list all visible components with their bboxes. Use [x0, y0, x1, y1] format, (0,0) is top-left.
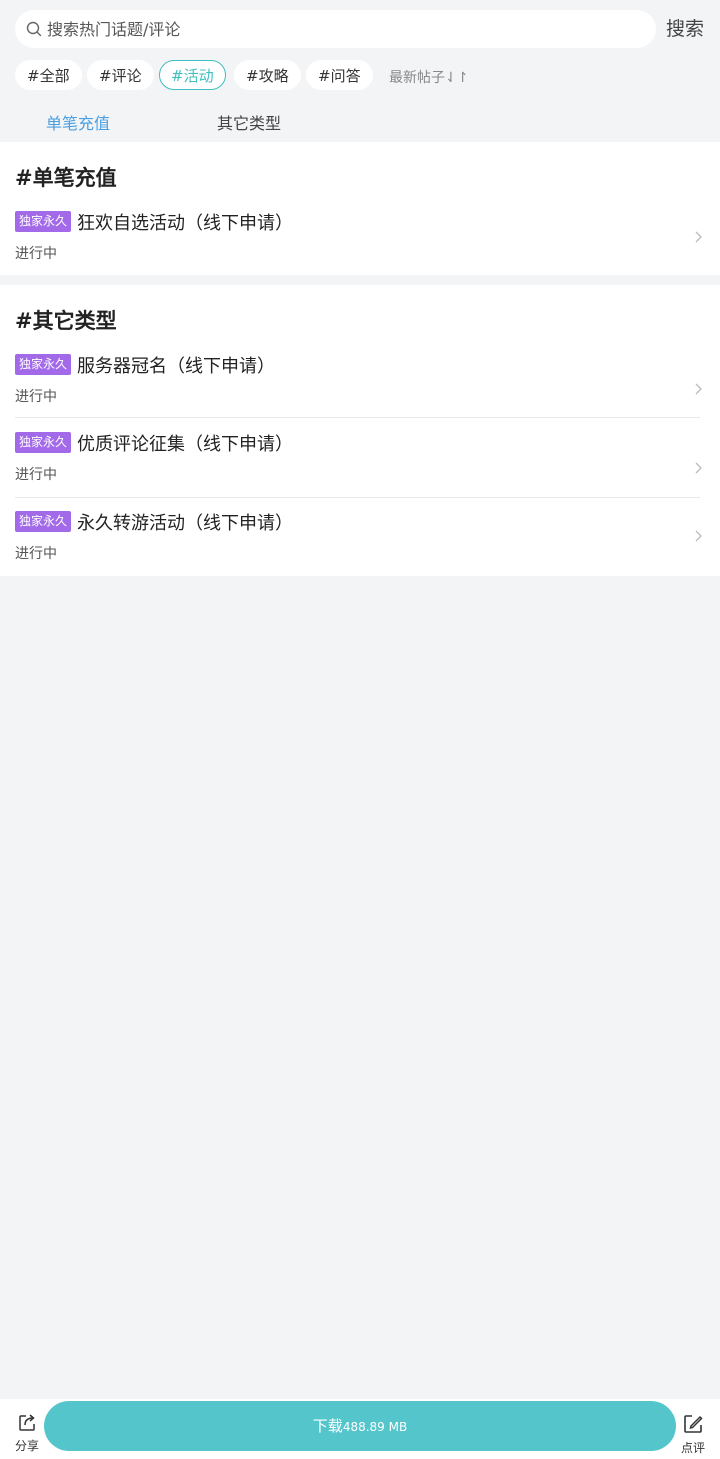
activity-item[interactable]: 独家永久 服务器冠名（线下申请） 进行中	[0, 343, 720, 421]
activity-item[interactable]: 独家永久 永久转游活动（线下申请） 进行中	[0, 501, 720, 579]
edit-icon	[684, 1415, 703, 1433]
share-label: 分享	[14, 1439, 39, 1453]
chevron-right-icon	[695, 462, 702, 474]
activity-status: 进行中	[15, 546, 57, 562]
activity-status: 进行中	[15, 246, 57, 262]
chevron-right-icon	[695, 383, 702, 395]
tag-all[interactable]: #全部	[15, 60, 82, 90]
tag-qa[interactable]: #问答	[306, 60, 373, 90]
activity-title: 服务器冠名（线下申请）	[77, 356, 275, 377]
review-button[interactable]: 点评	[678, 1413, 708, 1456]
bottom-action-bar: 分享 下载488.89 MB 点评	[0, 1399, 720, 1459]
section-single-recharge: #单笔充值 独家永久 狂欢自选活动（线下申请） 进行中	[0, 142, 720, 275]
search-input[interactable]	[47, 10, 637, 48]
activity-title: 永久转游活动（线下申请）	[77, 513, 293, 534]
search-bar: 搜索	[0, 0, 720, 60]
share-button[interactable]: 分享	[12, 1413, 42, 1454]
activity-status: 进行中	[15, 467, 57, 483]
exclusive-badge: 独家永久	[15, 432, 71, 453]
section-title: #其它类型	[15, 309, 117, 333]
activity-title: 优质评论征集（线下申请）	[77, 434, 293, 455]
section-other-types: #其它类型 独家永久 服务器冠名（线下申请） 进行中 独家永久 优质评论征集（线…	[0, 285, 720, 576]
activity-item[interactable]: 独家永久 优质评论征集（线下申请） 进行中	[0, 422, 720, 500]
activity-status: 进行中	[15, 389, 57, 405]
download-button[interactable]: 下载488.89 MB	[44, 1401, 676, 1451]
topic-tag-row: #全部 #评论 #活动 #攻略 #问答 最新帖子⇃↾	[0, 58, 720, 92]
activity-item[interactable]: 独家永久 狂欢自选活动（线下申请） 进行中	[0, 200, 720, 278]
section-title: #单笔充值	[15, 166, 117, 190]
tab-single-recharge[interactable]: 单笔充值	[46, 110, 110, 134]
divider	[15, 497, 700, 498]
tag-activities[interactable]: #活动	[159, 60, 226, 90]
exclusive-badge: 独家永久	[15, 511, 71, 532]
tag-guides[interactable]: #攻略	[234, 60, 301, 90]
download-size: 488.89 MB	[342, 1420, 408, 1434]
search-button[interactable]: 搜索	[666, 16, 704, 42]
search-icon	[26, 21, 42, 37]
review-label: 点评	[680, 1441, 705, 1455]
category-tabs: 单笔充值 其它类型	[0, 104, 720, 140]
sort-latest-posts[interactable]: 最新帖子⇃↾	[389, 67, 468, 87]
exclusive-badge: 独家永久	[15, 211, 71, 232]
tab-other-types[interactable]: 其它类型	[217, 110, 281, 134]
exclusive-badge: 独家永久	[15, 354, 71, 375]
chevron-right-icon	[695, 530, 702, 542]
activity-title: 狂欢自选活动（线下申请）	[77, 213, 293, 234]
share-icon	[19, 1414, 35, 1431]
tag-comments[interactable]: #评论	[87, 60, 154, 90]
download-label: 下载	[312, 1417, 343, 1435]
divider	[15, 417, 700, 418]
chevron-right-icon	[695, 231, 702, 243]
search-box[interactable]	[15, 10, 656, 48]
